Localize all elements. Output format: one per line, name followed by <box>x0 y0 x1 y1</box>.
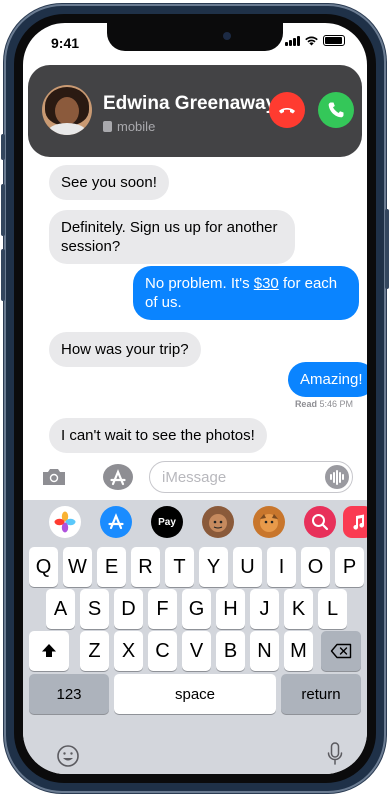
key-x[interactable]: X <box>114 631 143 671</box>
message-placeholder: iMessage <box>162 469 227 486</box>
status-time: 9:41 <box>51 35 80 51</box>
hang-up-icon <box>279 108 295 114</box>
key-l[interactable]: L <box>318 589 347 629</box>
caller-line-type: mobile <box>117 119 156 134</box>
shift-key[interactable] <box>29 631 69 671</box>
return-key[interactable]: return <box>281 674 361 714</box>
read-receipt: Read 5:46 PM <box>295 399 353 409</box>
key-i[interactable]: I <box>267 547 296 587</box>
caller-name: Edwina Greenaway <box>103 93 277 114</box>
caller-subtitle: mobile <box>103 119 155 134</box>
apple-pay-icon[interactable]: Pay <box>151 506 183 538</box>
delete-key[interactable] <box>321 631 361 671</box>
accept-call-button[interactable] <box>318 92 354 128</box>
wifi-icon <box>305 36 318 46</box>
key-s[interactable]: S <box>80 589 109 629</box>
key-q[interactable]: Q <box>29 547 58 587</box>
message-text: How was your trip? <box>61 341 189 358</box>
key-g[interactable]: G <box>182 589 211 629</box>
apple-pay-label: Pay <box>158 516 176 528</box>
key-a[interactable]: A <box>46 589 75 629</box>
message-incoming[interactable]: I can't wait to see the photos! <box>49 418 267 453</box>
message-incoming[interactable]: Definitely. Sign us up for another sessi… <box>49 210 295 264</box>
app-drawer: Pay <box>23 506 367 540</box>
message-text: Definitely. Sign us up for another sessi… <box>61 219 278 255</box>
delete-icon <box>330 643 352 659</box>
key-v[interactable]: V <box>182 631 211 671</box>
message-outgoing[interactable]: No problem. It's $30 for each of us. <box>133 266 359 320</box>
music-app-icon[interactable] <box>343 506 367 538</box>
message-text: No problem. It's <box>145 275 254 292</box>
decline-call-button[interactable] <box>269 92 305 128</box>
photos-petals <box>54 511 76 533</box>
message-text: I can't wait to see the photos! <box>61 427 255 444</box>
music-note-glyph <box>353 514 365 530</box>
amount-link[interactable]: $30 <box>254 275 279 292</box>
dictation-mic-icon[interactable] <box>327 742 343 768</box>
numbers-key[interactable]: 123 <box>29 674 109 714</box>
silent-switch <box>1 134 5 160</box>
key-e[interactable]: E <box>97 547 126 587</box>
app-store-glyph <box>108 513 124 530</box>
audio-message-icon[interactable] <box>325 465 349 489</box>
incoming-call-banner[interactable]: Edwina Greenaway mobile <box>28 65 362 157</box>
read-time: 5:46 PM <box>319 399 353 409</box>
message-input[interactable]: iMessage <box>149 461 353 493</box>
key-w[interactable]: W <box>63 547 92 587</box>
volume-up-button <box>1 184 5 236</box>
key-z[interactable]: Z <box>80 631 109 671</box>
notch <box>107 23 283 51</box>
key-y[interactable]: Y <box>199 547 228 587</box>
key-d[interactable]: D <box>114 589 143 629</box>
read-label: Read <box>294 399 317 409</box>
memoji-face <box>209 514 227 532</box>
photos-app-icon[interactable] <box>49 506 81 538</box>
side-button <box>385 209 389 289</box>
image-search-icon[interactable] <box>304 506 336 538</box>
signal-icon <box>285 35 300 46</box>
magnifier-glyph <box>312 514 329 531</box>
key-r[interactable]: R <box>131 547 160 587</box>
key-j[interactable]: J <box>250 589 279 629</box>
key-n[interactable]: N <box>250 631 279 671</box>
phone-icon <box>328 102 344 118</box>
shift-icon <box>42 644 56 657</box>
volume-down-button <box>1 249 5 301</box>
front-camera <box>223 32 231 40</box>
emoji-icon[interactable] <box>56 744 80 768</box>
message-text: See you soon! <box>61 174 157 191</box>
message-text: Amazing! <box>300 371 363 388</box>
battery-icon <box>323 35 345 46</box>
mobile-phone-icon <box>103 121 112 132</box>
status-icons <box>285 35 345 46</box>
key-t[interactable]: T <box>165 547 194 587</box>
camera-icon[interactable] <box>41 467 67 487</box>
animoji-icon[interactable] <box>253 506 285 538</box>
key-k[interactable]: K <box>284 589 313 629</box>
message-incoming[interactable]: How was your trip? <box>49 332 201 367</box>
key-p[interactable]: P <box>335 547 364 587</box>
app-store-app-icon[interactable] <box>100 506 132 538</box>
key-b[interactable]: B <box>216 631 245 671</box>
key-h[interactable]: H <box>216 589 245 629</box>
app-store-icon <box>110 469 126 486</box>
message-outgoing[interactable]: Amazing! <box>288 362 367 397</box>
caller-avatar <box>42 85 92 135</box>
key-o[interactable]: O <box>301 547 330 587</box>
key-c[interactable]: C <box>148 631 177 671</box>
message-incoming[interactable]: See you soon! <box>49 165 169 200</box>
animoji-face <box>260 514 278 532</box>
space-key[interactable]: space <box>114 674 276 714</box>
key-f[interactable]: F <box>148 589 177 629</box>
key-u[interactable]: U <box>233 547 262 587</box>
memoji-icon[interactable] <box>202 506 234 538</box>
screen: 9:41 Edwina Greenaway mobile See you soo… <box>23 23 367 774</box>
phone-frame: 9:41 Edwina Greenaway mobile See you soo… <box>1 4 389 793</box>
app-store-button[interactable] <box>103 464 133 490</box>
bezel: 9:41 Edwina Greenaway mobile See you soo… <box>14 14 376 783</box>
key-m[interactable]: M <box>284 631 313 671</box>
